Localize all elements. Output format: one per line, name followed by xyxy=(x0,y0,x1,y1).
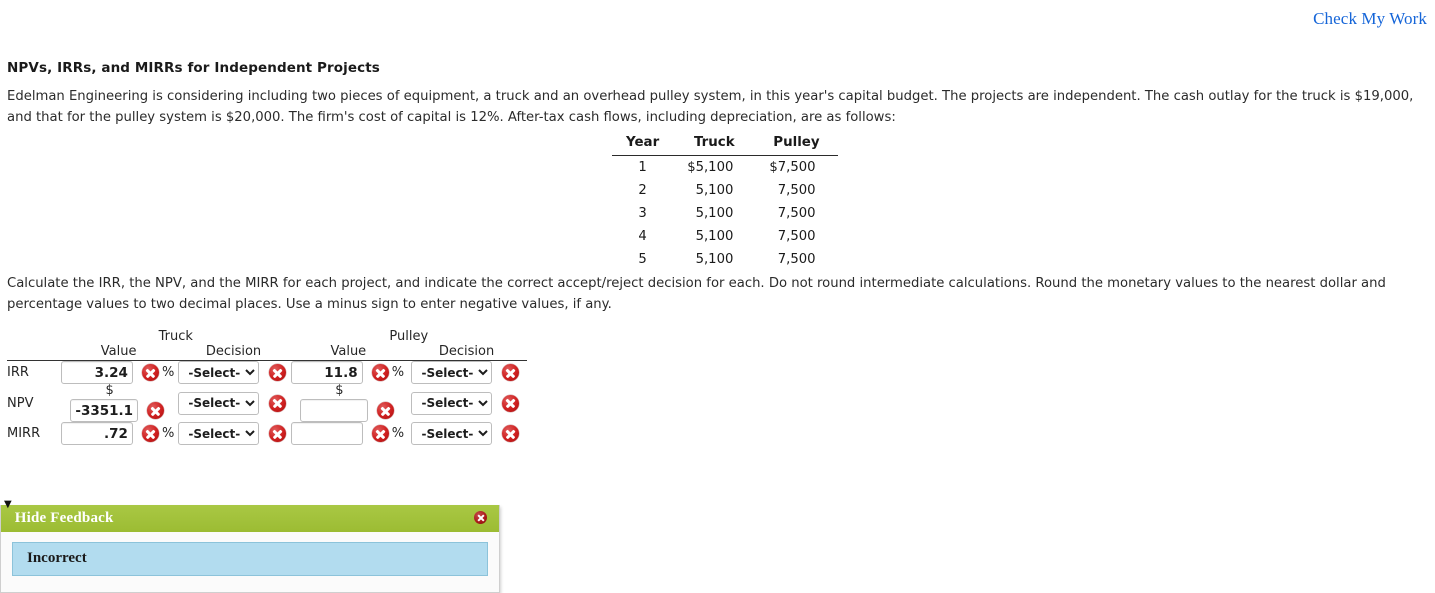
column-header-pulley-value: Value xyxy=(330,344,367,359)
question-instructions-paragraph: Calculate the IRR, the NPV, and the MIRR… xyxy=(7,276,1386,312)
column-header-pulley: Pulley xyxy=(755,133,838,156)
answer-grid-container: Truck Pulley Value Decision Value Decisi… xyxy=(7,329,527,445)
percent-label: % xyxy=(391,365,405,380)
close-icon[interactable] xyxy=(474,511,487,524)
cash-flow-table: Year Truck Pulley 1 $5,100 $7,500 2 5,10… xyxy=(612,133,838,271)
pulley-npv-decision-select[interactable]: -Select- Accept Reject xyxy=(411,391,493,415)
percent-label: % xyxy=(162,426,175,441)
error-icon xyxy=(147,402,165,419)
dollar-label: $ xyxy=(335,383,344,398)
truck-irr-decision-cell: -Select- Accept Reject xyxy=(176,361,290,384)
truck-mirr-value-cell: % xyxy=(60,422,177,445)
cell-truck: $5,100 xyxy=(687,160,734,175)
row-label-irr: IRR xyxy=(7,365,29,380)
cell-year: 3 xyxy=(638,206,647,221)
truck-irr-decision-select[interactable]: -Select- Accept Reject xyxy=(178,361,260,384)
table-row: 1 $5,100 $7,500 xyxy=(612,156,838,180)
error-icon xyxy=(268,394,286,412)
error-icon xyxy=(142,425,160,442)
pulley-npv-input[interactable] xyxy=(299,399,368,422)
pulley-mirr-decision-select[interactable]: -Select- Accept Reject xyxy=(411,422,493,445)
cell-year: 1 xyxy=(638,160,647,175)
truck-mirr-decision-select[interactable]: -Select- Accept Reject xyxy=(178,422,260,445)
answer-row-npv: NPV $ -Select- Accept Reject $ xyxy=(7,384,527,422)
table-row: 5 5,100 7,500 xyxy=(612,248,838,271)
truck-mirr-input[interactable] xyxy=(60,422,133,445)
error-icon xyxy=(371,425,389,442)
table-row: 4 5,100 7,500 xyxy=(612,225,838,248)
check-my-work-link[interactable]: Check My Work xyxy=(1313,9,1427,28)
pulley-mirr-value-cell: % xyxy=(290,422,407,445)
pulley-irr-value-cell: % xyxy=(290,361,407,384)
page-title: NPVs, IRRs, and MIRRs for Independent Pr… xyxy=(7,60,380,76)
percent-label: % xyxy=(391,426,405,441)
pulley-npv-value-cell: $ xyxy=(291,384,407,422)
group-header-pulley: Pulley xyxy=(389,329,429,344)
feedback-header[interactable]: ▼ Hide Feedback xyxy=(1,500,499,532)
column-header-pulley-decision: Decision xyxy=(438,344,495,359)
error-icon xyxy=(501,364,519,381)
column-header-truck: Truck xyxy=(673,133,756,156)
cell-pulley: 7,500 xyxy=(777,183,816,198)
pulley-mirr-input[interactable] xyxy=(290,422,363,445)
feedback-body: Incorrect xyxy=(1,532,499,592)
cell-pulley: 7,500 xyxy=(777,206,816,221)
truck-mirr-decision-cell: -Select- Accept Reject xyxy=(176,422,290,445)
truck-irr-value-cell: % xyxy=(60,361,177,384)
row-label-mirr: MIRR xyxy=(7,426,41,441)
truck-npv-decision-select[interactable]: -Select- Accept Reject xyxy=(178,391,260,415)
truck-npv-input[interactable] xyxy=(70,399,139,422)
dollar-label: $ xyxy=(105,383,114,398)
group-header-truck: Truck xyxy=(158,329,193,344)
error-icon xyxy=(268,364,286,381)
error-icon xyxy=(501,425,519,442)
cell-truck: 5,100 xyxy=(695,229,734,244)
answer-row-irr: IRR % -Select- Accept Reject % -Select- … xyxy=(7,361,527,384)
feedback-panel: ▼ Hide Feedback Incorrect xyxy=(0,500,500,593)
percent-label: % xyxy=(162,365,175,380)
column-header-year: Year xyxy=(612,133,674,156)
cell-truck: 5,100 xyxy=(695,206,734,221)
hide-feedback-label[interactable]: Hide Feedback xyxy=(15,510,114,527)
collapse-triangle-icon[interactable]: ▼ xyxy=(4,497,12,510)
check-my-work-container: Check My Work xyxy=(1313,9,1427,29)
column-header-row: Value Decision Value Decision xyxy=(7,344,527,359)
error-icon xyxy=(268,425,286,442)
pulley-mirr-decision-cell: -Select- Accept Reject xyxy=(406,422,527,445)
answer-grid: Truck Pulley Value Decision Value Decisi… xyxy=(7,329,527,445)
pulley-irr-decision-cell: -Select- Accept Reject xyxy=(406,361,527,384)
error-icon xyxy=(142,364,160,381)
table-row: 3 5,100 7,500 xyxy=(612,202,838,225)
pulley-irr-input[interactable] xyxy=(290,361,363,384)
table-row: 2 5,100 7,500 xyxy=(612,179,838,202)
error-icon xyxy=(501,394,519,412)
cell-pulley: 7,500 xyxy=(777,229,816,244)
cell-year: 5 xyxy=(638,252,647,267)
pulley-npv-decision-cell: -Select- Accept Reject xyxy=(406,384,527,422)
column-header-truck-decision: Decision xyxy=(205,344,262,359)
feedback-result-banner: Incorrect xyxy=(12,542,488,576)
cell-year: 4 xyxy=(638,229,647,244)
table-header-row: Year Truck Pulley xyxy=(612,133,838,156)
group-header-row: Truck Pulley xyxy=(7,329,527,344)
truck-irr-input[interactable] xyxy=(60,361,133,384)
column-header-truck-value: Value xyxy=(100,344,137,359)
cell-truck: 5,100 xyxy=(695,252,734,267)
cell-truck: 5,100 xyxy=(695,183,734,198)
truck-npv-value-cell: $ xyxy=(61,384,177,422)
answer-row-mirr: MIRR % -Select- Accept Reject % -Select-… xyxy=(7,422,527,445)
pulley-irr-decision-select[interactable]: -Select- Accept Reject xyxy=(411,361,493,384)
error-icon xyxy=(376,402,394,419)
question-intro-paragraph: Edelman Engineering is considering inclu… xyxy=(7,89,1414,125)
cell-pulley: 7,500 xyxy=(777,252,816,267)
cell-year: 2 xyxy=(638,183,647,198)
cell-pulley: $7,500 xyxy=(769,160,816,175)
error-icon xyxy=(371,364,389,381)
